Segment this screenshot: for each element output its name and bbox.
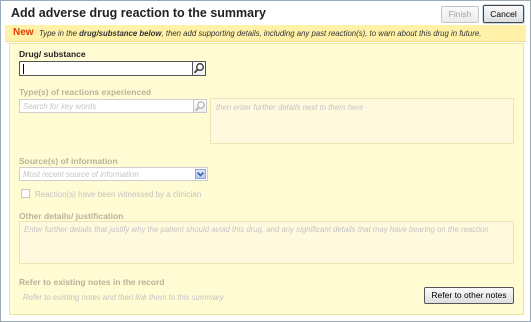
banner-text-after: , then add supporting details, including… (161, 29, 482, 38)
form-panel: Drug/ substance Type(s) of reactions exp… (9, 43, 524, 315)
witnessed-checkbox[interactable] (21, 189, 30, 198)
banner-text-before: Type in the (39, 29, 80, 38)
reactions-search-input[interactable]: Search for key words (19, 99, 195, 113)
notes-label: Refer to existing notes in the record (19, 277, 165, 287)
witnessed-label: Reaction(s) have been witnessed by a cli… (35, 190, 202, 199)
chevron-down-icon (196, 171, 205, 177)
finish-button[interactable]: Finish (441, 6, 479, 23)
drug-label: Drug/ substance (19, 49, 86, 59)
dialog-titlebar: Add adverse drug reaction to the summary… (1, 1, 530, 25)
notes-hint: Refer to existing notes and then link th… (23, 293, 224, 302)
source-select-value: Most recent source of information (23, 170, 139, 179)
search-icon (193, 63, 204, 74)
other-details-placeholder: Enter further details that justify why t… (24, 225, 489, 234)
add-adverse-reaction-dialog: Add adverse drug reaction to the summary… (0, 0, 531, 322)
instruction-banner: New Type in the drug/substance below, th… (5, 25, 526, 42)
cancel-button[interactable]: Cancel (483, 5, 524, 23)
reactions-search-placeholder: Search for key words (23, 102, 97, 111)
banner-text-emphasis: drug/substance below (79, 29, 162, 38)
source-select[interactable]: Most recent source of information (19, 167, 208, 181)
refer-to-other-notes-button[interactable]: Refer to other notes (424, 287, 514, 304)
reaction-details-hint: then enter further details next to them … (216, 103, 364, 112)
other-details-textarea[interactable]: Enter further details that justify why t… (19, 221, 514, 264)
search-icon (195, 101, 205, 112)
new-badge: New (13, 27, 34, 38)
sources-label: Source(s) of information (19, 156, 118, 166)
reaction-details-area[interactable]: then enter further details next to them … (210, 98, 514, 144)
banner-text: Type in the drug/substance below, then a… (39, 29, 481, 38)
reactions-label: Type(s) of reactions experienced (19, 87, 152, 97)
reactions-search-button[interactable] (193, 99, 207, 113)
source-dropdown-arrow[interactable] (195, 169, 206, 179)
dialog-title: Add adverse drug reaction to the summary (11, 6, 266, 20)
other-details-label: Other details/ justification (19, 211, 124, 221)
drug-input[interactable] (19, 61, 205, 76)
drug-search-button[interactable] (192, 61, 206, 76)
text-caret (23, 64, 24, 74)
